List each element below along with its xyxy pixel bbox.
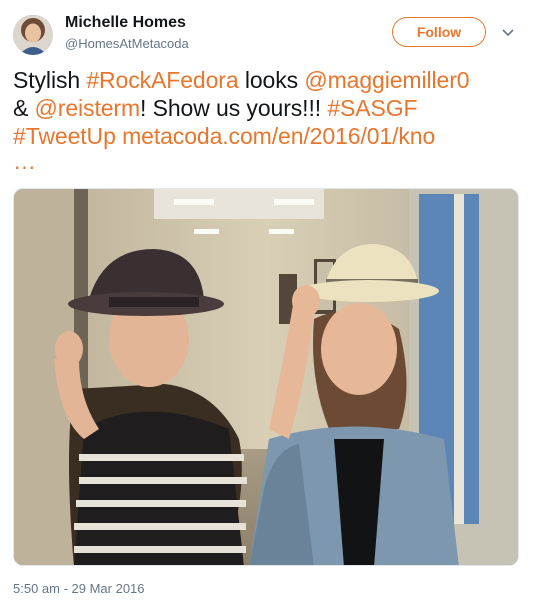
tweet-text-part: ! Show us yours!!! <box>140 95 328 121</box>
tweet-card: Michelle Homes @HomesAtMetacoda Follow S… <box>0 0 533 604</box>
tweet-text-part: Stylish <box>13 67 87 93</box>
author-handle[interactable]: @HomesAtMetacoda <box>65 36 189 51</box>
mention-link[interactable]: @reisterm <box>35 95 141 121</box>
tweet-text-part: looks <box>238 67 305 93</box>
hashtag-link[interactable]: #TweetUp <box>13 123 116 149</box>
tweet-photo[interactable] <box>13 188 519 566</box>
chevron-down-icon[interactable] <box>501 26 515 40</box>
avatar[interactable] <box>13 15 53 55</box>
tweet-timestamp[interactable]: 5:50 am - 29 Mar 2016 <box>13 581 145 596</box>
hashtag-link[interactable]: #RockAFedora <box>86 67 238 93</box>
truncation-ellipsis[interactable]: … <box>13 150 518 173</box>
follow-button[interactable]: Follow <box>392 17 486 47</box>
author-name[interactable]: Michelle Homes <box>65 14 186 32</box>
tweet-text-part: & <box>13 95 35 121</box>
url-link[interactable]: metacoda.com/en/2016/01/kno <box>122 123 435 149</box>
tweet-text: Stylish #RockAFedora looks @maggiemiller… <box>13 66 518 173</box>
hashtag-link[interactable]: #SASGF <box>327 95 417 121</box>
mention-link[interactable]: @maggiemiller0 <box>304 67 469 93</box>
